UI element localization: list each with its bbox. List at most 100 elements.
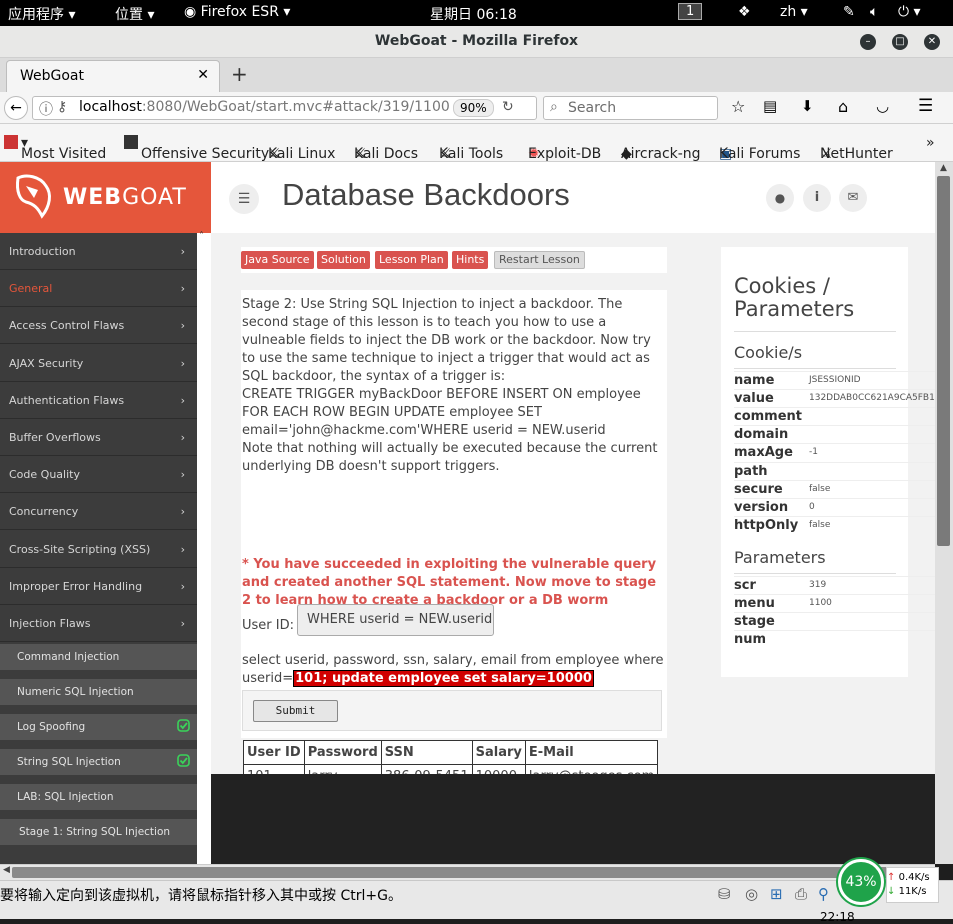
- bookmark-label: NetHunter: [820, 146, 893, 162]
- hard-disk-icon[interactable]: ⛁: [718, 885, 731, 903]
- java-source-button[interactable]: Java Source: [241, 251, 314, 269]
- scroll-up-icon[interactable]: ˄: [199, 231, 204, 242]
- cpu-usage-gauge[interactable]: 43%: [838, 859, 884, 905]
- sidebar-category-label: Code Quality: [9, 468, 80, 482]
- sidebar-category[interactable]: Improper Error Handling ›: [0, 568, 197, 605]
- sidebar-category[interactable]: Buffer Overflows ›: [0, 419, 197, 456]
- key-value-row: name JSESSIONID: [734, 371, 935, 389]
- search-bar[interactable]: ⌕ Search: [543, 96, 718, 120]
- pen-icon[interactable]: ✎: [843, 4, 855, 20]
- scroll-left-arrow-icon[interactable]: ◀: [3, 865, 10, 875]
- vm-status-bar: 要将输入定向到该虚拟机，请将鼠标指针移入其中或按 Ctrl+G。 ⛁ ◎ ⊞ ⎙…: [0, 859, 953, 924]
- download-speed-value: 11K/s: [898, 886, 927, 897]
- sidebar-lesson[interactable]: Log Spoofing: [0, 714, 197, 741]
- home-icon[interactable]: ⌂: [838, 97, 848, 116]
- back-button[interactable]: ←: [4, 96, 28, 120]
- sidebar-category-label: AJAX Security: [9, 356, 84, 370]
- scroll-up-arrow-icon[interactable]: ▲: [940, 163, 947, 173]
- maximize-button[interactable]: □: [892, 34, 908, 50]
- bookmark-most-visited[interactable]: Most Visited ▾: [4, 135, 106, 162]
- network-speed-widget: ↑ 0.4K/s ↓ 11K/s: [886, 867, 939, 903]
- cd-drive-icon[interactable]: ◎: [745, 885, 758, 903]
- key-label: stage: [734, 614, 775, 630]
- horizontal-scrollbar-thumb[interactable]: [12, 867, 922, 878]
- hints-button[interactable]: Hints: [452, 251, 489, 269]
- column-header: User ID: [243, 740, 305, 765]
- sidebar-category[interactable]: Concurrency ›: [0, 493, 197, 531]
- key-value-row: path: [734, 461, 935, 480]
- submit-button[interactable]: Submit: [253, 700, 338, 722]
- url-bar[interactable]: ⓘ ⚷ localhost:8080/WebGoat/start.mvc#att…: [32, 96, 537, 120]
- sidebar-category[interactable]: Introduction ›: [0, 233, 197, 270]
- sidebar-category-label: Cross-Site Scripting (XSS): [9, 542, 151, 556]
- bookmark-label: Kali Forums: [719, 146, 801, 162]
- solution-button[interactable]: Solution: [317, 251, 370, 269]
- language-menu[interactable]: zh ▾: [780, 4, 808, 20]
- menu-icon[interactable]: ☰: [918, 96, 933, 116]
- mail-icon[interactable]: ✉: [839, 184, 867, 212]
- lesson-plan-button[interactable]: Lesson Plan: [375, 251, 448, 269]
- user-icon[interactable]: ●: [766, 184, 794, 212]
- sidebar-lesson-label: Command Injection: [17, 651, 120, 664]
- sidebar-lesson[interactable]: Numeric SQL Injection: [0, 679, 197, 706]
- usb-icon[interactable]: ⚲: [818, 885, 829, 903]
- bookmarks-overflow-button[interactable]: »: [926, 135, 935, 151]
- url-host: localhost: [79, 99, 142, 115]
- sidebar-category[interactable]: General ›: [0, 270, 197, 308]
- network-icon[interactable]: ⊞: [770, 885, 783, 903]
- value-label: JSESSIONID: [809, 375, 861, 385]
- apps-tray-icon[interactable]: ❖: [738, 4, 751, 20]
- info-button[interactable]: i: [803, 184, 831, 212]
- new-tab-button[interactable]: +: [231, 62, 248, 86]
- page-horizontal-scrollbar[interactable]: ◀: [0, 864, 935, 880]
- power-icon[interactable]: ⏻ ▾: [898, 4, 921, 20]
- key-label: num: [734, 632, 767, 648]
- reload-icon[interactable]: ↻: [502, 99, 514, 115]
- sidebar-category[interactable]: AJAX Security ›: [0, 345, 197, 382]
- sidebar-lesson-label: Numeric SQL Injection: [17, 686, 134, 699]
- tab-webgoat[interactable]: WebGoat ✕: [6, 60, 220, 92]
- page-vertical-scrollbar[interactable]: ▲: [935, 162, 953, 864]
- printer-icon[interactable]: ⎙: [795, 885, 807, 903]
- download-icon[interactable]: ⬇: [801, 97, 814, 115]
- column-header: SSN: [380, 740, 473, 765]
- restart-lesson-button[interactable]: Restart Lesson: [494, 251, 585, 269]
- column-header: Password: [303, 740, 382, 765]
- sidebar-category[interactable]: Cross-Site Scripting (XSS) ›: [0, 531, 197, 568]
- info-icon[interactable]: ⓘ: [39, 99, 53, 119]
- scrollbar-thumb[interactable]: [937, 176, 950, 546]
- sidebar-category[interactable]: Access Control Flaws ›: [0, 307, 197, 345]
- clock[interactable]: 星期日 06:18: [430, 4, 517, 24]
- user-id-input[interactable]: WHERE userid = NEW.userid: [297, 604, 494, 636]
- reading-list-icon[interactable]: ▤: [763, 97, 777, 115]
- sidebar-category[interactable]: Authentication Flaws ›: [0, 382, 197, 419]
- key-label: domain: [734, 427, 789, 443]
- minimize-button[interactable]: –: [860, 34, 876, 50]
- logo-web: WEB: [63, 185, 123, 210]
- close-window-button[interactable]: ✕: [924, 34, 940, 50]
- sidebar-lesson[interactable]: Stage 1: String SQL Injection: [0, 819, 197, 846]
- lesson-panel: Stage 2: Use String SQL Injection to inj…: [241, 290, 667, 789]
- close-tab-icon[interactable]: ✕: [197, 67, 209, 83]
- sidebar-lesson[interactable]: Command Injection: [0, 644, 197, 671]
- page-header: ☰ Database Backdoors ● i ✉: [211, 162, 935, 233]
- bookmark-offensive-security[interactable]: Offensive Security: [124, 135, 269, 162]
- bookmark-star-icon[interactable]: ☆: [731, 97, 745, 116]
- sidebar-lesson[interactable]: String SQL Injection: [0, 749, 197, 776]
- language-label: zh: [780, 4, 797, 20]
- workspace-indicator[interactable]: 1: [678, 3, 703, 20]
- places-menu[interactable]: 位置 ▾: [115, 4, 154, 24]
- sidebar-category[interactable]: Injection Flaws ›: [0, 605, 197, 642]
- sidebar-category[interactable]: Code Quality ›: [0, 456, 197, 494]
- sidebar-lesson[interactable]: LAB: SQL Injection: [0, 784, 197, 811]
- apps-menu[interactable]: 应用程序 ▾: [8, 4, 75, 24]
- success-message: * You have succeeded in exploiting the v…: [242, 557, 657, 608]
- menu-toggle-button[interactable]: ☰: [229, 184, 259, 214]
- webgoat-logo[interactable]: WEBGOAT: [0, 162, 211, 233]
- sidebar-lesson-label: Stage 1: String SQL Injection: [19, 826, 171, 839]
- zoom-indicator[interactable]: 90%: [453, 99, 494, 117]
- firefox-menu[interactable]: ◉ Firefox ESR ▾: [184, 4, 290, 20]
- sidebar-scrollbar[interactable]: ˄: [197, 231, 211, 864]
- volume-icon[interactable]: 🔈︎: [870, 4, 878, 20]
- pocket-icon[interactable]: ◡: [876, 97, 889, 115]
